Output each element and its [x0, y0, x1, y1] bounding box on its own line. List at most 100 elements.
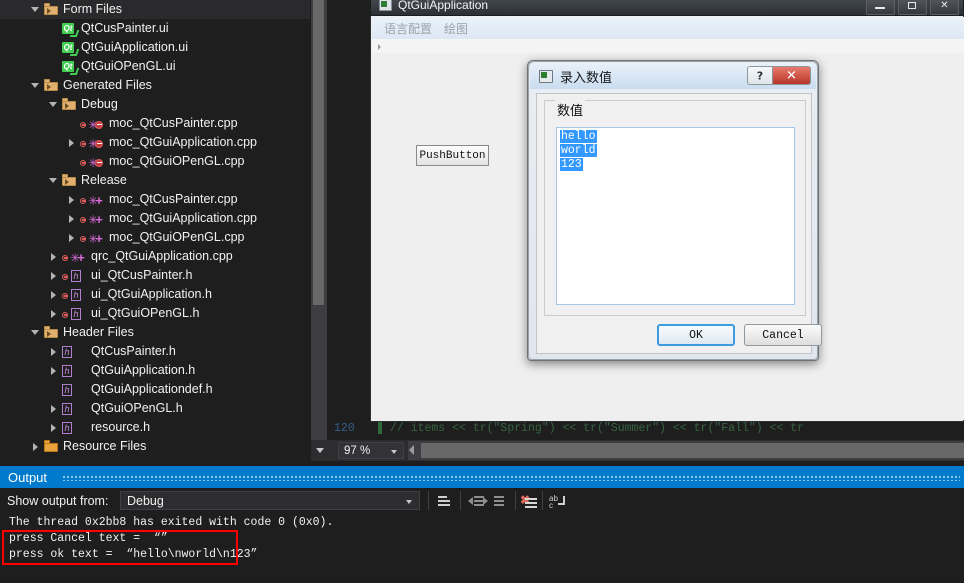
cancel-button[interactable]: Cancel: [744, 324, 822, 346]
cpp-file-icon: ✳ +: [80, 193, 105, 207]
tree-item-label: QtGuiOPenGL.h: [91, 401, 183, 415]
tree-item[interactable]: ✳ + qrc_QtGuiApplication.cpp: [0, 247, 310, 266]
tree-item[interactable]: ✳ + moc_QtCusPainter.cpp: [0, 190, 310, 209]
dialog-help-button[interactable]: ?: [747, 66, 773, 85]
chevron-right-icon[interactable]: [66, 194, 77, 205]
tree-item-label: Header Files: [63, 325, 134, 339]
tree-item-label: moc_QtGuiOPenGL.cpp: [109, 154, 245, 168]
tree-item-label: moc_QtCusPainter.cpp: [109, 116, 238, 130]
close-button[interactable]: ✕: [930, 0, 959, 15]
go-to-next-message-button[interactable]: [483, 491, 513, 511]
tree-item-label: QtGuiApplication.ui: [81, 40, 189, 54]
app-menubar[interactable]: 语言配置 绘图: [372, 17, 964, 40]
tree-item-label: QtCusPainter.ui: [81, 21, 169, 35]
chevron-right-icon[interactable]: [48, 308, 59, 319]
tree-item[interactable]: ✳ moc_QtGuiOPenGL.cpp: [0, 152, 310, 171]
tree-item[interactable]: Debug: [0, 95, 310, 114]
chevron-right-icon[interactable]: [48, 422, 59, 433]
tree-item[interactable]: Qt QtGuiApplication.ui: [0, 38, 310, 57]
tree-item[interactable]: Qt QtGuiOPenGL.ui: [0, 57, 310, 76]
dialog-window-controls: ? ✕: [747, 66, 811, 85]
tree-item-label: ui_QtCusPainter.h: [91, 268, 193, 282]
zoom-level-combobox[interactable]: 97 %: [338, 442, 404, 459]
input-values-dialog[interactable]: 录入数值 ? ✕ 数值 hello world 123 OK Cancel: [527, 60, 822, 361]
tree-item[interactable]: ✳ + moc_QtGuiApplication.cpp: [0, 209, 310, 228]
values-text-edit[interactable]: hello world 123: [556, 127, 795, 305]
tree-item-label: QtCusPainter.h: [91, 344, 176, 358]
app-toolbar[interactable]: [372, 39, 964, 54]
tree-item[interactable]: Release: [0, 171, 310, 190]
solution-explorer-tree[interactable]: Form Files Qt QtCusPainter.ui Qt QtGuiApplic…: [0, 0, 310, 456]
chevron-down-icon[interactable]: [30, 327, 41, 338]
solution-explorer-vertical-scrollbar[interactable]: [311, 0, 327, 461]
output-source-combobox[interactable]: Debug: [120, 491, 420, 510]
values-groupbox: 数值 hello world 123: [544, 100, 806, 316]
tree-item[interactable]: Form Files: [0, 0, 310, 19]
tree-item[interactable]: QtGuiOPenGL.h: [0, 399, 310, 418]
chevron-right-icon[interactable]: [66, 137, 77, 148]
chevron-right-icon[interactable]: [48, 251, 59, 262]
maximize-icon: [908, 2, 916, 9]
drag-handle-dots[interactable]: [62, 475, 960, 481]
chevron-right-icon[interactable]: [66, 232, 77, 243]
folder-icon: [44, 3, 59, 16]
dialog-close-button[interactable]: ✕: [773, 66, 811, 85]
tree-item[interactable]: ui_QtGuiOPenGL.h: [0, 304, 310, 323]
solution-explorer-panel: Form Files Qt QtCusPainter.ui Qt QtGuiApplic…: [0, 0, 330, 461]
tree-item[interactable]: resource.h: [0, 418, 310, 437]
tree-item[interactable]: ✳ moc_QtGuiApplication.cpp: [0, 133, 310, 152]
chevron-down-icon[interactable]: [30, 80, 41, 91]
tree-item[interactable]: QtGuiApplication.h: [0, 361, 310, 380]
groupbox-title: 数值: [555, 100, 586, 119]
tree-item[interactable]: QtGuiApplicationdef.h: [0, 380, 310, 399]
scrollbar-thumb[interactable]: [313, 0, 324, 305]
tree-item[interactable]: Header Files: [0, 323, 310, 342]
chevron-right-icon[interactable]: [48, 365, 59, 376]
dialog-window-icon: [539, 69, 553, 83]
header-file-icon: [62, 383, 87, 397]
cpp-file-icon: ✳: [80, 155, 105, 169]
tree-item[interactable]: ui_QtCusPainter.h: [0, 266, 310, 285]
chevron-right-icon[interactable]: [48, 403, 59, 414]
tree-item-label: moc_QtGuiOPenGL.cpp: [109, 230, 245, 244]
find-message-in-code-button[interactable]: [433, 491, 455, 511]
chevron-right-icon[interactable]: [48, 346, 59, 357]
tree-item[interactable]: ✳ + moc_QtGuiOPenGL.cpp: [0, 228, 310, 247]
chevron-right-icon[interactable]: [48, 270, 59, 281]
toggle-word-wrap-button[interactable]: ab c: [546, 491, 568, 511]
output-pane-header[interactable]: Output: [0, 466, 964, 488]
clear-all-button[interactable]: ✖: [518, 491, 540, 511]
chevron-right-icon[interactable]: [66, 213, 77, 224]
app-window-titlebar[interactable]: QtGuiApplication ✕: [370, 0, 964, 16]
chevron-down-icon[interactable]: [30, 4, 41, 15]
header-file-icon: [62, 364, 87, 378]
tree-item[interactable]: QtCusPainter.h: [0, 342, 310, 361]
tree-item[interactable]: Qt QtCusPainter.ui: [0, 19, 310, 38]
editor-horizontal-scrollbar[interactable]: [408, 441, 964, 460]
tree-item[interactable]: Generated Files: [0, 76, 310, 95]
chevron-right-icon[interactable]: [30, 441, 41, 452]
dialog-titlebar[interactable]: 录入数值 ? ✕: [530, 63, 816, 89]
menu-item-language-config[interactable]: 语言配置: [384, 20, 432, 37]
tree-dropdown-arrow-icon[interactable]: [311, 440, 330, 461]
header-file-icon: [62, 402, 87, 416]
ok-button[interactable]: OK: [657, 324, 735, 346]
push-button[interactable]: PushButton: [416, 145, 489, 166]
folder-icon: [44, 326, 59, 339]
qt-ui-icon: Qt: [62, 60, 80, 75]
maximize-button[interactable]: [898, 0, 927, 15]
tree-item-label: Debug: [81, 97, 118, 111]
minimize-button[interactable]: [866, 0, 895, 15]
tree-item[interactable]: ui_QtGuiApplication.h: [0, 285, 310, 304]
chevron-right-icon[interactable]: [48, 289, 59, 300]
menu-item-drawing[interactable]: 绘图: [444, 20, 468, 37]
tree-item[interactable]: ✳ moc_QtCusPainter.cpp: [0, 114, 310, 133]
scrollbar-thumb[interactable]: [421, 443, 964, 458]
tree-item[interactable]: Resource Files: [0, 437, 310, 456]
scroll-left-arrow-icon[interactable]: [409, 445, 414, 455]
chevron-down-icon[interactable]: [48, 175, 59, 186]
chevron-down-icon[interactable]: [48, 99, 59, 110]
